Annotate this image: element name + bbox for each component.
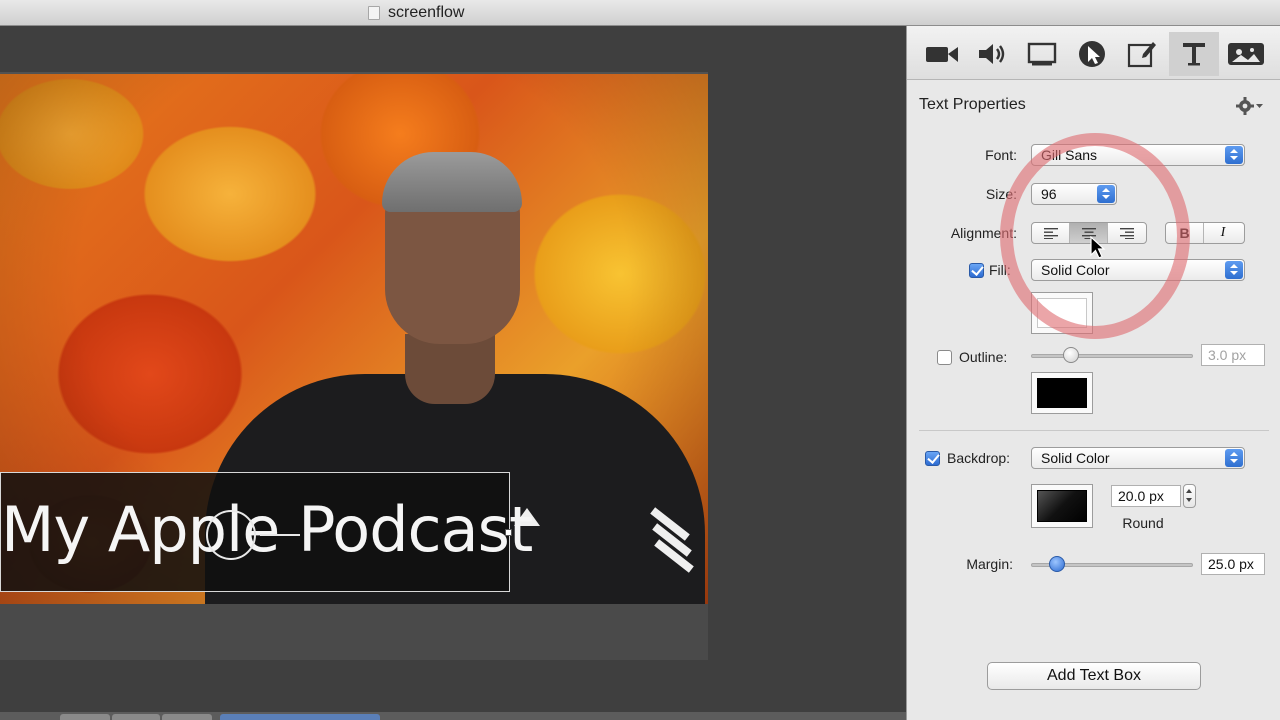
outline-checkbox[interactable]	[937, 350, 952, 365]
outline-width-field[interactable]: 3.0 px	[1201, 344, 1265, 366]
backdrop-color-well[interactable]	[1031, 484, 1093, 528]
rotation-handle[interactable]	[206, 510, 256, 560]
media-library-icon	[1228, 43, 1264, 65]
video-camera-icon	[926, 47, 958, 62]
screen-recording-properties-tab[interactable]	[1017, 32, 1067, 76]
mouse-cursor-icon	[1090, 236, 1106, 259]
backdrop-label: Backdrop:	[947, 450, 1011, 466]
annotation-pencil-icon	[1127, 42, 1156, 68]
backdrop-color-swatch	[1037, 490, 1087, 522]
timeline-tab[interactable]	[112, 714, 160, 720]
section-divider	[919, 430, 1269, 431]
fill-checkbox[interactable]	[969, 263, 984, 278]
outline-color-swatch	[1037, 378, 1087, 408]
presenter-neck	[405, 334, 495, 404]
backdrop-checkbox[interactable]	[925, 451, 940, 466]
screen-icon	[1027, 42, 1057, 66]
outline-color-well[interactable]	[1031, 372, 1093, 414]
popup-arrows-icon	[1225, 261, 1243, 279]
pointer-callout-icon	[1079, 41, 1105, 67]
inspector-toolbar	[907, 26, 1280, 80]
window-title: screenflow	[388, 4, 465, 21]
action-menu-button[interactable]	[1235, 96, 1265, 116]
video-properties-tab[interactable]	[917, 32, 967, 76]
panel-title: Text Properties	[919, 96, 1026, 113]
resize-handle[interactable]	[505, 529, 512, 536]
speaker-icon	[979, 44, 1005, 64]
corner-style-label: Round	[1122, 515, 1164, 531]
audio-properties-tab[interactable]	[967, 32, 1017, 76]
corner-radius-field[interactable]: 20.0 px	[1111, 485, 1181, 507]
media-library-tab[interactable]	[1221, 32, 1271, 76]
presenter-hair	[382, 152, 522, 212]
outline-slider-knob[interactable]	[1063, 347, 1080, 363]
timeline-tab[interactable]	[60, 714, 110, 720]
font-label: Font:	[985, 147, 1017, 163]
margin-label: Margin:	[966, 556, 1013, 572]
inspector-panel: Text Properties Font: Gill Sans Size: 96…	[906, 26, 1280, 720]
callout-properties-tab[interactable]	[1067, 32, 1117, 76]
gear-icon	[1236, 97, 1263, 115]
backdrop-popup[interactable]: Solid Color	[1031, 447, 1245, 469]
window-title-group: screenflow	[368, 3, 464, 23]
popup-arrows-icon	[1225, 146, 1243, 164]
popup-arrows-icon	[1225, 449, 1243, 467]
window-titlebar: screenflow	[0, 0, 1280, 26]
timeline-tab[interactable]	[162, 714, 212, 720]
text-t-icon	[1183, 43, 1205, 66]
margin-slider-knob[interactable]	[1048, 556, 1065, 572]
margin-field[interactable]: 25.0 px	[1201, 553, 1265, 575]
annotation-properties-tab[interactable]	[1117, 32, 1167, 76]
add-text-box-button[interactable]: Add Text Box	[987, 662, 1201, 690]
corner-radius-stepper[interactable]	[1183, 484, 1196, 508]
text-properties-tab[interactable]	[1169, 32, 1219, 76]
rotation-handle-arm	[260, 534, 300, 536]
document-icon	[368, 6, 380, 20]
outline-slider-track[interactable]	[1031, 354, 1193, 358]
italic-button[interactable]: I	[1204, 223, 1242, 243]
outline-label: Outline:	[959, 349, 1008, 365]
backdrop-value: Solid Color	[1041, 450, 1110, 466]
timeline-tab-active[interactable]	[220, 714, 380, 720]
